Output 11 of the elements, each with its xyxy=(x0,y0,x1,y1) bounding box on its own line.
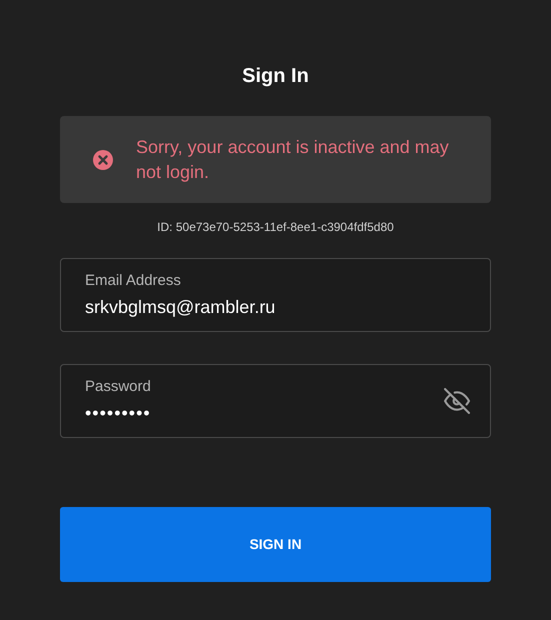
field-label: Password xyxy=(85,377,152,397)
error-message: Sorry, your account is inactive and may not login. xyxy=(136,136,450,184)
sign-in-button[interactable]: SIGN IN xyxy=(60,507,491,582)
page-title: Sign In xyxy=(241,64,310,89)
error-icon xyxy=(92,148,114,170)
field-value: ••••••••• xyxy=(85,402,152,425)
field-value: srkvbglmsq@rambler.ru xyxy=(85,296,276,319)
email-field[interactable]: Email Address srkvbglmsq@rambler.ru xyxy=(60,258,491,332)
field-label: Email Address xyxy=(85,271,182,291)
password-field[interactable]: Password ••••••••• xyxy=(60,364,491,438)
error-id: ID: 50e73e70-5253-11ef-8ee1-c3904fdf5d80 xyxy=(156,219,395,236)
